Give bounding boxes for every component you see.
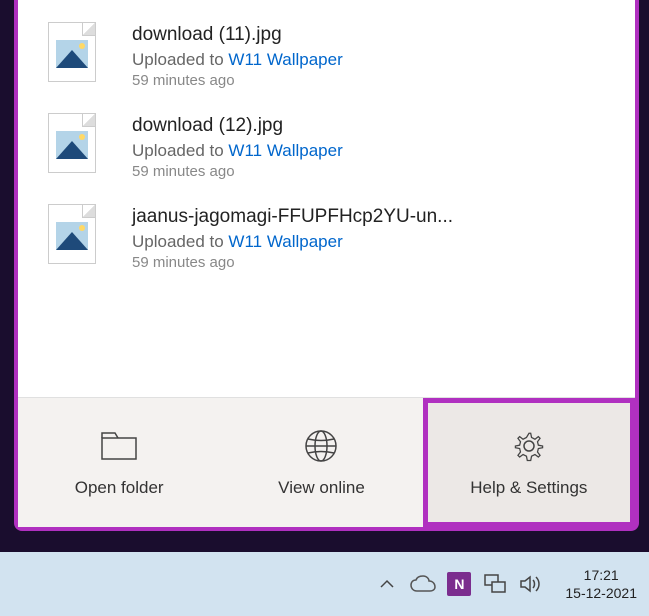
file-time: 59 minutes ago <box>132 163 605 180</box>
onedrive-flyout: download (11).jpg Uploaded to W11 Wallpa… <box>14 0 639 531</box>
file-details: download (11).jpg Uploaded to W11 Wallpa… <box>132 22 605 89</box>
file-status: Uploaded to W11 Wallpaper <box>132 141 605 161</box>
file-name: download (11).jpg <box>132 24 605 46</box>
destination-link[interactable]: W11 Wallpaper <box>228 141 342 160</box>
onenote-icon[interactable]: N <box>445 570 473 598</box>
clock-date: 15-12-2021 <box>565 584 637 602</box>
system-clock[interactable]: 17:21 15-12-2021 <box>565 566 637 602</box>
onedrive-cloud-icon[interactable] <box>409 570 437 598</box>
volume-icon[interactable] <box>517 570 545 598</box>
file-status: Uploaded to W11 Wallpaper <box>132 232 605 252</box>
file-item[interactable]: download (11).jpg Uploaded to W11 Wallpa… <box>18 10 635 101</box>
file-time: 59 minutes ago <box>132 72 605 89</box>
help-settings-label: Help & Settings <box>470 478 587 498</box>
open-folder-label: Open folder <box>75 478 164 498</box>
open-folder-button[interactable]: Open folder <box>18 398 220 527</box>
bottom-actions: Open folder View online H <box>18 397 635 527</box>
file-status: Uploaded to W11 Wallpaper <box>132 50 605 70</box>
help-settings-button[interactable]: Help & Settings <box>423 398 635 527</box>
folder-icon <box>101 428 137 464</box>
taskbar: N 17:21 15-12-2021 <box>0 552 649 616</box>
clock-time: 17:21 <box>565 566 637 584</box>
file-name: download (12).jpg <box>132 115 605 137</box>
view-online-label: View online <box>278 478 365 498</box>
gear-icon <box>511 428 547 464</box>
file-details: download (12).jpg Uploaded to W11 Wallpa… <box>132 113 605 180</box>
recent-files-list: download (11).jpg Uploaded to W11 Wallpa… <box>18 0 635 397</box>
file-item[interactable]: jaanus-jagomagi-FFUPFHcp2YU-un... Upload… <box>18 192 635 283</box>
image-file-icon <box>48 204 96 264</box>
destination-link[interactable]: W11 Wallpaper <box>228 232 342 251</box>
file-time: 59 minutes ago <box>132 254 605 271</box>
image-file-icon <box>48 22 96 82</box>
chevron-up-icon[interactable] <box>373 570 401 598</box>
file-name: jaanus-jagomagi-FFUPFHcp2YU-un... <box>132 206 605 228</box>
file-item[interactable]: download (12).jpg Uploaded to W11 Wallpa… <box>18 101 635 192</box>
destination-link[interactable]: W11 Wallpaper <box>228 50 342 69</box>
view-online-button[interactable]: View online <box>220 398 422 527</box>
network-icon[interactable] <box>481 570 509 598</box>
globe-icon <box>303 428 339 464</box>
image-file-icon <box>48 113 96 173</box>
file-details: jaanus-jagomagi-FFUPFHcp2YU-un... Upload… <box>132 204 605 271</box>
